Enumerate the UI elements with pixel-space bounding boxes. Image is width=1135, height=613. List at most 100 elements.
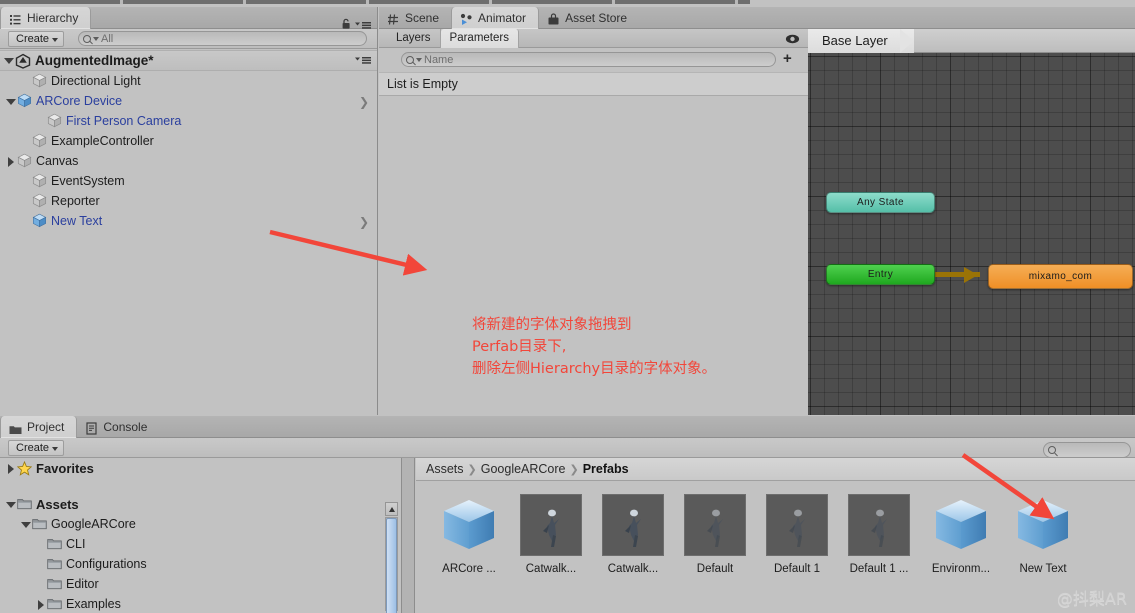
project-tree-item-configurations[interactable]: Configurations xyxy=(0,554,400,574)
search-icon xyxy=(1048,446,1056,454)
hierarchy-scene-root[interactable]: AugmentedImage* xyxy=(0,50,377,71)
tab-hierarchy[interactable]: Hierarchy xyxy=(0,7,92,29)
gameobject-icon xyxy=(32,173,48,189)
asset-item-default-1[interactable]: Default 1 xyxy=(766,494,828,613)
asset-item-catwalk-[interactable]: Catwalk... xyxy=(602,494,664,613)
hierarchy-item-eventsystem[interactable]: EventSystem xyxy=(0,171,377,191)
hierarchy-item-reporter[interactable]: Reporter xyxy=(0,191,377,211)
hierarchy-icon xyxy=(9,12,22,25)
store-icon xyxy=(547,12,560,25)
add-parameter-button[interactable]: + xyxy=(783,51,792,66)
tab-console-label: Console xyxy=(103,419,148,434)
animator-state-graph[interactable]: Base Layer Any State Entry mixamo_com xyxy=(808,29,1135,415)
scroll-up-icon[interactable] xyxy=(385,502,398,516)
asset-item-default[interactable]: Default xyxy=(684,494,746,613)
search-icon xyxy=(406,55,414,64)
state-node-entry[interactable]: Entry xyxy=(826,264,935,285)
asset-label: Catwalk... xyxy=(607,563,659,575)
chevron-right-icon[interactable] xyxy=(4,462,17,475)
layer-chip-label: Base Layer xyxy=(822,33,888,48)
layer-chip-base[interactable]: Base Layer xyxy=(808,29,914,53)
unity-logo-icon xyxy=(15,53,31,69)
chevron-right-icon[interactable]: ❯ xyxy=(359,215,369,229)
tab-animator-label: Animator xyxy=(478,10,527,25)
project-splitter[interactable] xyxy=(401,458,415,613)
hierarchy-item-arcore-device[interactable]: ARCore Device ❯ xyxy=(0,91,377,111)
tab-animator[interactable]: Animator xyxy=(451,7,540,29)
scene-context-menu-icon[interactable] xyxy=(355,55,371,65)
subtab-layers-label: Layers xyxy=(396,32,431,44)
chevron-down-icon[interactable] xyxy=(2,54,15,67)
watermark: @抖梨AR xyxy=(1056,589,1127,608)
project-tree-item-favorites[interactable]: Favorites xyxy=(0,458,400,478)
project-tree-item-editor[interactable]: Editor xyxy=(0,574,400,594)
hierarchy-tree: AugmentedImage* Directional Light ARCore … xyxy=(0,50,377,415)
prefab-icon xyxy=(32,213,48,229)
asset-thumbnail xyxy=(684,494,746,556)
chevron-right-icon[interactable]: ❯ xyxy=(359,95,369,109)
state-machine-canvas[interactable]: Any State Entry mixamo_com xyxy=(808,53,1135,415)
asset-item-arcore-[interactable]: ARCore ... xyxy=(438,494,500,613)
chevron-right-icon[interactable] xyxy=(34,598,47,611)
state-node-label: Any State xyxy=(857,197,904,208)
hierarchy-item-new-text[interactable]: New Text ❯ xyxy=(0,211,377,231)
chevron-down-icon[interactable] xyxy=(19,518,32,531)
animator-parameter-search-placeholder: Name xyxy=(424,53,454,66)
hierarchy-create-button[interactable]: Create xyxy=(8,31,65,47)
chevron-down-icon[interactable] xyxy=(4,498,17,511)
animator-parameter-search-input[interactable]: Name xyxy=(401,52,776,67)
folder-icon xyxy=(47,538,62,550)
hierarchy-item-canvas[interactable]: Canvas xyxy=(0,151,377,171)
hierarchy-search-input[interactable]: All xyxy=(78,31,367,46)
project-search-input[interactable] xyxy=(1043,442,1131,458)
project-tree-item-cli[interactable]: CLI xyxy=(0,534,400,554)
toolbar-buttons-remnant xyxy=(0,0,750,4)
hierarchy-item-first-person-camera[interactable]: First Person Camera xyxy=(0,111,377,131)
animator-subtabs: Layers Parameters xyxy=(379,29,808,48)
project-tree-item-googlearcore[interactable]: GoogleARCore xyxy=(0,514,400,534)
state-node-any-state[interactable]: Any State xyxy=(826,192,935,213)
project-tree-item-label: Configurations xyxy=(66,557,147,571)
asset-thumbnail xyxy=(520,494,582,556)
asset-label: Default 1 ... xyxy=(849,563,909,575)
breadcrumb-item-0[interactable]: Assets xyxy=(426,462,464,476)
project-tree-scrollbar[interactable] xyxy=(385,502,398,613)
tab-scene[interactable]: Scene xyxy=(379,7,451,29)
project-create-button[interactable]: Create xyxy=(8,440,65,456)
hierarchy-tabbar: Hierarchy xyxy=(0,7,377,29)
project-tree-item-assets[interactable]: Assets xyxy=(0,494,400,514)
breadcrumb-item-1[interactable]: GoogleARCore xyxy=(481,462,566,476)
asset-label: Environm... xyxy=(931,563,991,575)
project-tree-item-examples[interactable]: Examples xyxy=(0,594,400,613)
scrollbar-thumb[interactable] xyxy=(386,518,397,613)
asset-thumbnail xyxy=(848,494,910,556)
tab-project-label: Project xyxy=(27,419,65,434)
folder-icon xyxy=(32,518,47,530)
asset-item-catwalk-[interactable]: Catwalk... xyxy=(520,494,582,613)
annotation-line-0: 将新建的字体对象拖拽到 xyxy=(472,317,632,333)
subtab-layers[interactable]: Layers xyxy=(387,29,441,48)
console-icon xyxy=(85,421,98,435)
hierarchy-item-label: Canvas xyxy=(36,154,79,168)
tab-console[interactable]: Console xyxy=(77,416,159,438)
gameobject-icon xyxy=(32,73,48,89)
hierarchy-item-examplecontroller[interactable]: ExampleController xyxy=(0,131,377,151)
hierarchy-item-directional-light[interactable]: Directional Light xyxy=(0,71,377,91)
folder-icon xyxy=(47,558,62,570)
chevron-right-icon[interactable] xyxy=(4,155,17,168)
prefab-icon xyxy=(17,93,33,109)
eye-icon[interactable] xyxy=(785,33,800,44)
tab-asset-store[interactable]: Asset Store xyxy=(539,7,639,29)
state-node-mixamo-com[interactable]: mixamo_com xyxy=(988,264,1133,289)
asset-item-default-1-[interactable]: Default 1 ... xyxy=(848,494,910,613)
asset-item-environm-[interactable]: Environm... xyxy=(930,494,992,613)
breadcrumb-item-2[interactable]: Prefabs xyxy=(583,462,629,476)
subtab-parameters[interactable]: Parameters xyxy=(440,29,519,48)
hierarchy-item-label: Reporter xyxy=(51,194,100,208)
asset-label: New Text xyxy=(1019,563,1067,575)
tab-project[interactable]: Project xyxy=(0,416,78,438)
chevron-down-icon[interactable] xyxy=(4,95,17,108)
